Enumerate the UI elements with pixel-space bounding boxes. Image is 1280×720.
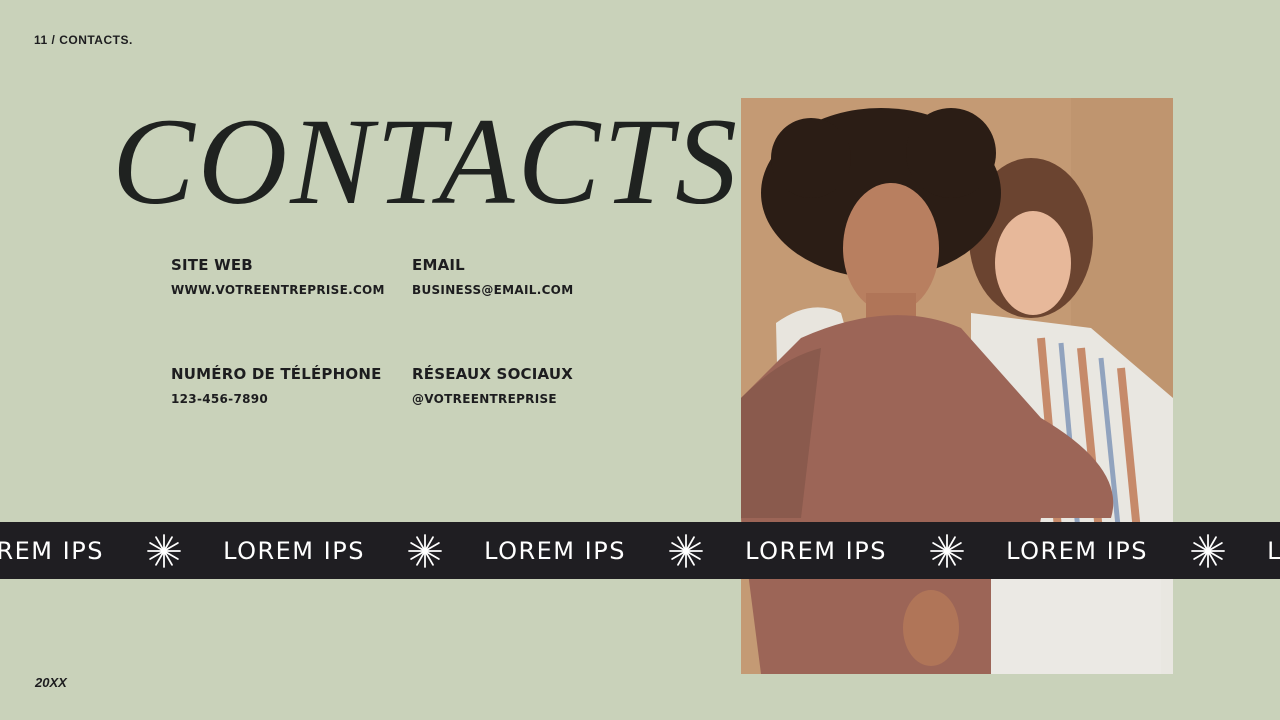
sparkle-star-icon xyxy=(914,533,979,569)
ticker-text: LOREM IPS xyxy=(0,536,104,565)
phone-heading: NUMÉRO DE TÉLÉPHONE xyxy=(171,365,382,383)
ticker-item: LOREM IPS xyxy=(718,533,979,569)
social-heading: RÉSEAUX SOCIAUX xyxy=(412,365,573,383)
ticker-banner: LOREM IPS LOREM IPS LOREM IPS LOREM IPS LORE… xyxy=(0,522,1280,579)
email-heading: EMAIL xyxy=(412,256,465,274)
ticker-item: LOREM IPS xyxy=(0,533,196,569)
social-value: @VOTREENTREPRISE xyxy=(412,392,557,406)
slide-label: 11 / CONTACTS. xyxy=(34,33,133,47)
ticker-item: LOREM IPS xyxy=(457,533,718,569)
ticker-track: LOREM IPS LOREM IPS LOREM IPS LOREM IPS LORE… xyxy=(0,522,1280,579)
phone-value: 123-456-7890 xyxy=(171,392,269,406)
website-heading: SITE WEB xyxy=(171,256,253,274)
ticker-text: LOREM IPS xyxy=(1267,536,1280,565)
sparkle-star-icon xyxy=(392,533,457,569)
footer-year: 20XX xyxy=(35,675,67,690)
ticker-text: LOREM IPS xyxy=(484,536,626,565)
sparkle-star-icon xyxy=(131,533,196,569)
contact-phone: NUMÉRO DE TÉLÉPHONE 123-456-7890 xyxy=(171,365,382,406)
contact-social: RÉSEAUX SOCIAUX @VOTREENTREPRISE xyxy=(412,365,573,406)
ticker-item: LOREM IPS xyxy=(979,533,1240,569)
sparkle-star-icon xyxy=(653,533,718,569)
ticker-text: LOREM IPS xyxy=(745,536,887,565)
ticker-item: LOREM IPS xyxy=(196,533,457,569)
contact-email: EMAIL BUSINESS@EMAIL.COM xyxy=(412,256,573,297)
ticker-item: LOREM IPS xyxy=(1240,533,1280,569)
portrait-photo xyxy=(741,98,1173,674)
website-value: WWW.VOTREENTREPRISE.COM xyxy=(171,283,385,297)
page-title: CONTACTS xyxy=(112,93,741,230)
ticker-text: LOREM IPS xyxy=(1006,536,1148,565)
contact-website: SITE WEB WWW.VOTREENTREPRISE.COM xyxy=(171,256,385,297)
email-value: BUSINESS@EMAIL.COM xyxy=(412,283,574,297)
ticker-text: LOREM IPS xyxy=(223,536,365,565)
sparkle-star-icon xyxy=(1175,533,1240,569)
